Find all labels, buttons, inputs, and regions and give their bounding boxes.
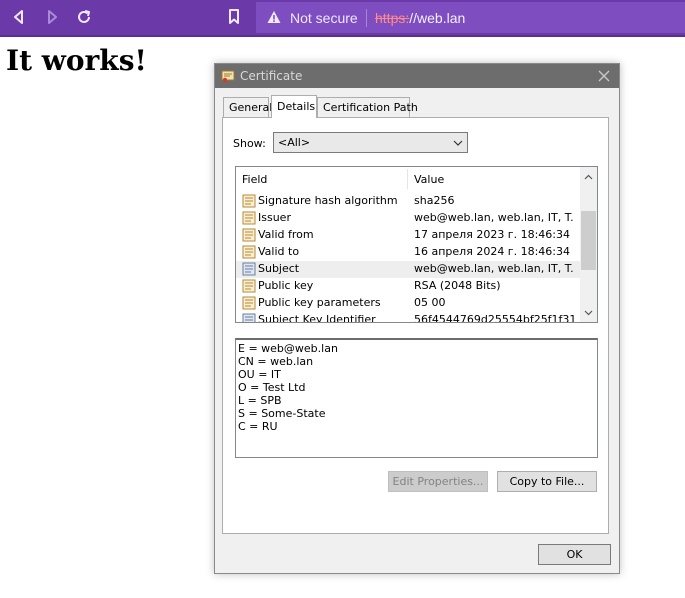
detail-line: C = RU	[238, 420, 278, 433]
copy-to-file-button[interactable]: Copy to File...	[497, 471, 597, 492]
row-value: web@web.lan, web.lan, IT, T...	[414, 262, 574, 275]
not-secure-label[interactable]: Not secure	[290, 10, 358, 26]
row-value: web@web.lan, web.lan, IT, T...	[414, 211, 574, 224]
list-row-issuer[interactable]: Issuer web@web.lan, web.lan, IT, T...	[236, 210, 580, 227]
field-detail-textbox[interactable]: E = web@web.lan CN = web.lan OU = IT O =…	[235, 338, 598, 458]
show-dropdown[interactable]: <All>	[273, 132, 468, 153]
list-row-subject[interactable]: Subject web@web.lan, web.lan, IT, T...	[236, 261, 580, 278]
list-row-public-key-parameters[interactable]: Public key parameters 05 00	[236, 295, 580, 312]
row-field: Valid to	[258, 245, 300, 258]
url-scheme: https:	[375, 10, 410, 26]
browser-toolbar: Not secure https://web.lan	[0, 0, 685, 37]
row-value: RSA (2048 Bits)	[414, 279, 501, 292]
chevron-down-icon	[453, 140, 463, 146]
dialog-title: Certificate	[240, 69, 303, 83]
row-field: Signature hash algorithm	[258, 194, 398, 207]
row-value: 05 00	[414, 296, 446, 309]
scroll-down-icon[interactable]	[584, 308, 593, 317]
detail-line: S = Some-State	[238, 407, 326, 420]
url-host: //web.lan	[409, 10, 466, 26]
list-row-public-key[interactable]: Public key RSA (2048 Bits)	[236, 278, 580, 295]
cert-field-icon	[242, 313, 256, 322]
tab-general[interactable]: General	[223, 97, 272, 117]
page-heading: It works!	[6, 44, 147, 77]
list-row-signature-hash[interactable]: Signature hash algorithm sha256	[236, 193, 580, 210]
detail-line: O = Test Ltd	[238, 381, 306, 394]
row-field: Public key parameters	[258, 296, 381, 309]
ok-button[interactable]: OK	[538, 544, 611, 565]
warning-icon	[267, 11, 281, 23]
certificate-dialog: Certificate General Details Certificatio…	[214, 63, 620, 574]
list-row-valid-to[interactable]: Valid to 16 апреля 2024 г. 18:46:34	[236, 244, 580, 261]
row-value: 17 апреля 2023 г. 18:46:34	[414, 228, 570, 241]
list-scrollbar[interactable]	[580, 167, 597, 322]
bookmark-button[interactable]	[225, 8, 243, 26]
omnibox-divider	[366, 9, 367, 27]
row-value: 56f4544769d25554bf25f1f31	[414, 313, 574, 323]
close-icon[interactable]	[597, 69, 611, 83]
cert-field-icon	[242, 262, 256, 276]
cert-field-icon	[242, 194, 256, 208]
bookmark-icon	[229, 9, 239, 24]
show-label: Show:	[233, 137, 266, 150]
certificate-icon	[221, 70, 235, 83]
list-row-subject-key-identifier[interactable]: Subject Key Identifier 56f4544769d25554b…	[236, 312, 580, 323]
reload-icon	[78, 10, 90, 23]
column-header-value[interactable]: Value	[414, 173, 444, 187]
list-row-valid-from[interactable]: Valid from 17 апреля 2023 г. 18:46:34	[236, 227, 580, 244]
cert-field-icon	[242, 228, 256, 242]
cert-field-icon	[242, 211, 256, 225]
detail-line: OU = IT	[238, 368, 281, 381]
row-value: sha256	[414, 194, 455, 207]
forward-button[interactable]	[43, 8, 61, 26]
url-text[interactable]: https://web.lan	[375, 10, 465, 26]
back-button[interactable]	[10, 8, 28, 26]
cert-field-icon	[242, 279, 256, 293]
row-field: Public key	[258, 279, 314, 292]
show-dropdown-value: <All>	[278, 136, 311, 149]
edit-properties-button[interactable]: Edit Properties...	[388, 471, 488, 492]
tab-details[interactable]: Details	[271, 95, 317, 118]
reload-button[interactable]	[75, 8, 93, 26]
cert-field-icon	[242, 245, 256, 259]
address-bar[interactable]: Not secure https://web.lan	[256, 2, 685, 33]
row-field: Valid from	[258, 228, 314, 241]
row-field: Issuer	[258, 211, 291, 224]
column-header-field[interactable]: Field	[242, 173, 267, 187]
details-panel: Show: <All> Field Value Signature hash a…	[222, 117, 609, 534]
dialog-titlebar[interactable]: Certificate	[215, 64, 619, 88]
detail-line: CN = web.lan	[238, 355, 314, 368]
column-divider[interactable]	[407, 169, 408, 189]
back-arrow-icon	[14, 10, 23, 24]
list-header: Field Value	[236, 167, 580, 191]
cert-field-icon	[242, 296, 256, 310]
scrollbar-thumb[interactable]	[581, 211, 596, 270]
scroll-up-icon[interactable]	[584, 173, 593, 182]
detail-line: L = SPB	[238, 394, 282, 407]
tab-certification-path[interactable]: Certification Path	[317, 97, 418, 117]
detail-line: E = web@web.lan	[238, 342, 338, 355]
row-field: Subject	[258, 262, 300, 275]
row-field: Subject Key Identifier	[258, 313, 376, 323]
forward-arrow-icon	[48, 10, 57, 24]
row-value: 16 апреля 2024 г. 18:46:34	[414, 245, 570, 258]
field-list[interactable]: Field Value Signature hash algorithm sha…	[235, 166, 598, 323]
